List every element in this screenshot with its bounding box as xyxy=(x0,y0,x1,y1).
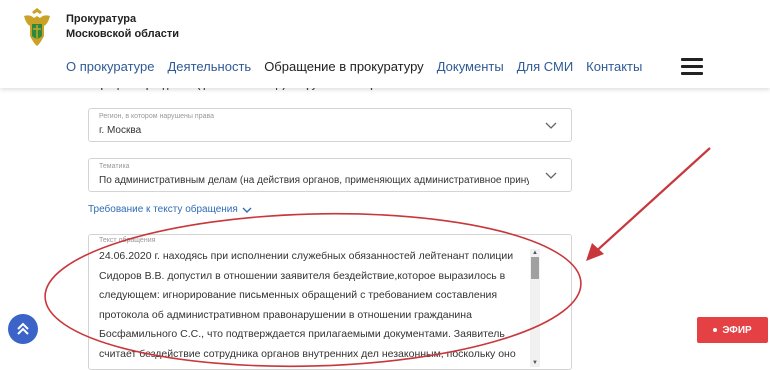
scroll-up-icon[interactable]: ▲ xyxy=(532,250,538,256)
annotation-arrow-line xyxy=(591,147,711,256)
main-nav: О прокуратуре Деятельность Обращение в п… xyxy=(66,59,655,74)
appeal-text-line: считает бездействие сотрудника органов в… xyxy=(99,347,516,360)
appeal-text-area[interactable]: Текст обращения 24.06.2020 г. находясь п… xyxy=(88,234,572,370)
org-name[interactable]: Прокуратура Московской области xyxy=(66,12,179,42)
textarea-scrollbar[interactable]: ▲ ▼ xyxy=(530,249,540,367)
efir-button[interactable]: ЭФИР xyxy=(697,317,768,343)
hamburger-icon[interactable] xyxy=(681,58,703,75)
double-chevron-up-icon xyxy=(17,322,29,335)
appeal-text-line: протокола об административном правонаруш… xyxy=(99,308,472,321)
topic-select[interactable]: Тематика По административным делам (на д… xyxy=(88,158,572,192)
region-label: Регион, в котором нарушены права xyxy=(99,113,215,120)
region-value: г. Москва xyxy=(99,125,142,136)
nav-documents[interactable]: Документы xyxy=(437,59,504,74)
chevron-down-icon xyxy=(242,207,252,213)
appeal-text[interactable]: 24.06.2020 г. находясь при исполнении сл… xyxy=(99,247,529,364)
live-dot-icon xyxy=(713,328,718,332)
annotation-arrow-head xyxy=(586,243,604,261)
emblem-icon[interactable] xyxy=(20,6,54,48)
nav-media[interactable]: Для СМИ xyxy=(517,59,573,74)
requirements-link[interactable]: Требование к тексту обращения xyxy=(88,204,252,215)
chevron-down-icon xyxy=(545,122,557,129)
org-name-line1: Прокуратура xyxy=(66,13,137,25)
topic-value: По административным делам (на действия о… xyxy=(99,175,529,186)
nav-activity[interactable]: Деятельность xyxy=(168,59,252,74)
appeal-text-line: следующем: игнорирование письменных обра… xyxy=(99,289,498,301)
region-select[interactable]: Регион, в котором нарушены права г. Моск… xyxy=(88,108,572,142)
scroll-down-icon[interactable]: ▼ xyxy=(532,360,538,366)
chevron-down-icon xyxy=(545,172,557,179)
requirements-link-label: Требование к тексту обращения xyxy=(88,204,238,215)
nav-contacts[interactable]: Контакты xyxy=(586,59,642,74)
appeal-text-line: Сидоров В.В. допустил в отношении заявит… xyxy=(99,269,506,282)
org-name-line2: Московской области xyxy=(66,28,180,40)
appeal-text-label: Текст обращения xyxy=(99,237,156,244)
scroll-to-top-button[interactable] xyxy=(8,314,38,344)
nav-appeal[interactable]: Обращение в прокуратуру xyxy=(264,59,424,74)
site-header: Прокуратура Московской области О прокура… xyxy=(0,0,770,88)
topic-label: Тематика xyxy=(99,163,130,170)
efir-label: ЭФИР xyxy=(722,324,752,336)
appeal-text-line: 24.06.2020 г. находясь при исполнении сл… xyxy=(99,250,514,262)
appeal-text-line: Босфамильного С.С., что подтверждается п… xyxy=(99,328,505,340)
nav-about[interactable]: О прокуратуре xyxy=(66,59,155,74)
scrollbar-thumb[interactable] xyxy=(531,257,539,279)
